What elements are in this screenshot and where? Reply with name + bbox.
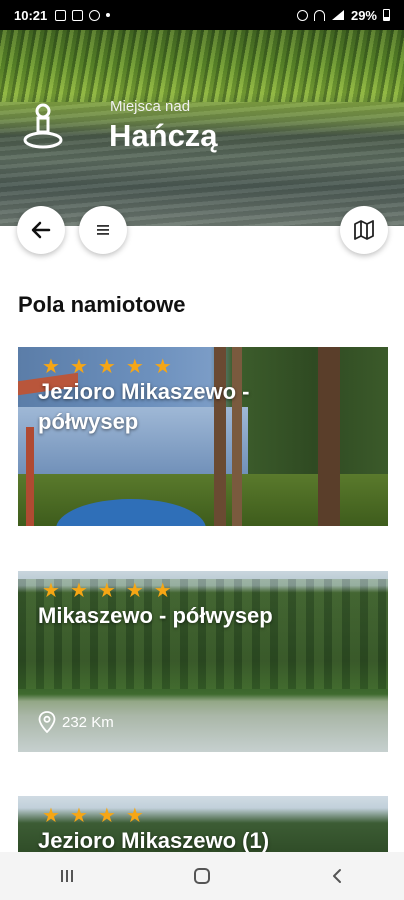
rating-stars: ★ ★ ★ ★	[42, 806, 144, 826]
star-icon: ★	[97, 580, 116, 602]
distance-value: 232 Km	[62, 713, 114, 731]
star-icon: ★	[69, 805, 88, 827]
star-icon: ★	[153, 580, 172, 602]
star-icon: ★	[97, 356, 116, 378]
battery-percent: 29%	[350, 7, 377, 23]
back-button[interactable]	[17, 206, 65, 254]
settings-icon	[89, 9, 101, 21]
card-title: Mikaszewo - półwysep	[38, 603, 273, 628]
wifi-icon	[313, 9, 325, 21]
star-icon: ★	[125, 580, 144, 602]
system-nav-bar	[0, 852, 404, 900]
header-hero: Miejsca nad Hańczą	[0, 30, 404, 226]
map-icon	[354, 220, 374, 240]
signal-icon	[331, 10, 344, 20]
campsite-card[interactable]: ★ ★ ★ ★ ★ Mikaszewo - półwysep 232 Km	[18, 571, 388, 752]
status-bar: 10:21 29%	[0, 0, 404, 30]
menu-button[interactable]	[79, 206, 127, 254]
header-title: Hańczą	[109, 118, 218, 153]
star-icon: ★	[125, 356, 144, 378]
recent-apps-button[interactable]	[47, 861, 87, 891]
location-pin-icon	[38, 711, 56, 733]
location-person-icon	[23, 103, 63, 149]
battery-icon	[383, 9, 390, 21]
card-title: Jezioro Mikaszewo - półwysep	[38, 379, 250, 434]
star-icon: ★	[42, 580, 60, 602]
back-icon	[332, 869, 341, 883]
star-icon: ★	[125, 805, 144, 827]
star-icon: ★	[97, 805, 116, 827]
card-distance: 232 Km	[38, 711, 114, 733]
arrow-left-icon	[31, 221, 51, 239]
system-back-button[interactable]	[317, 861, 357, 891]
photo-post	[26, 427, 34, 526]
alarm-icon	[296, 9, 308, 21]
home-icon	[193, 868, 210, 884]
dot-icon	[106, 13, 111, 17]
status-left-icons	[55, 9, 111, 21]
rating-stars: ★ ★ ★ ★ ★	[42, 581, 172, 601]
recent-apps-icon	[61, 870, 74, 882]
star-icon: ★	[42, 805, 60, 827]
status-right-icons: 29%	[296, 7, 390, 23]
star-icon: ★	[69, 356, 88, 378]
map-button[interactable]	[340, 206, 388, 254]
campsite-card[interactable]: ★ ★ ★ ★ ★ Jezioro Mikaszewo - półwysep	[18, 347, 388, 526]
section-title: Pola namiotowe	[18, 292, 186, 317]
status-time: 10:21	[14, 7, 48, 23]
header-subtitle: Miejsca nad	[110, 98, 191, 115]
star-icon: ★	[69, 580, 88, 602]
hero-reeds	[0, 30, 404, 102]
rating-stars: ★ ★ ★ ★ ★	[42, 357, 172, 377]
star-icon: ★	[153, 356, 172, 378]
campsite-card[interactable]: ★ ★ ★ ★ Jezioro Mikaszewo (1)	[18, 796, 388, 856]
image-icon	[55, 9, 67, 21]
menu-icon	[97, 225, 109, 235]
star-icon: ★	[42, 356, 60, 378]
message-icon	[72, 9, 84, 21]
home-button[interactable]	[182, 861, 222, 891]
